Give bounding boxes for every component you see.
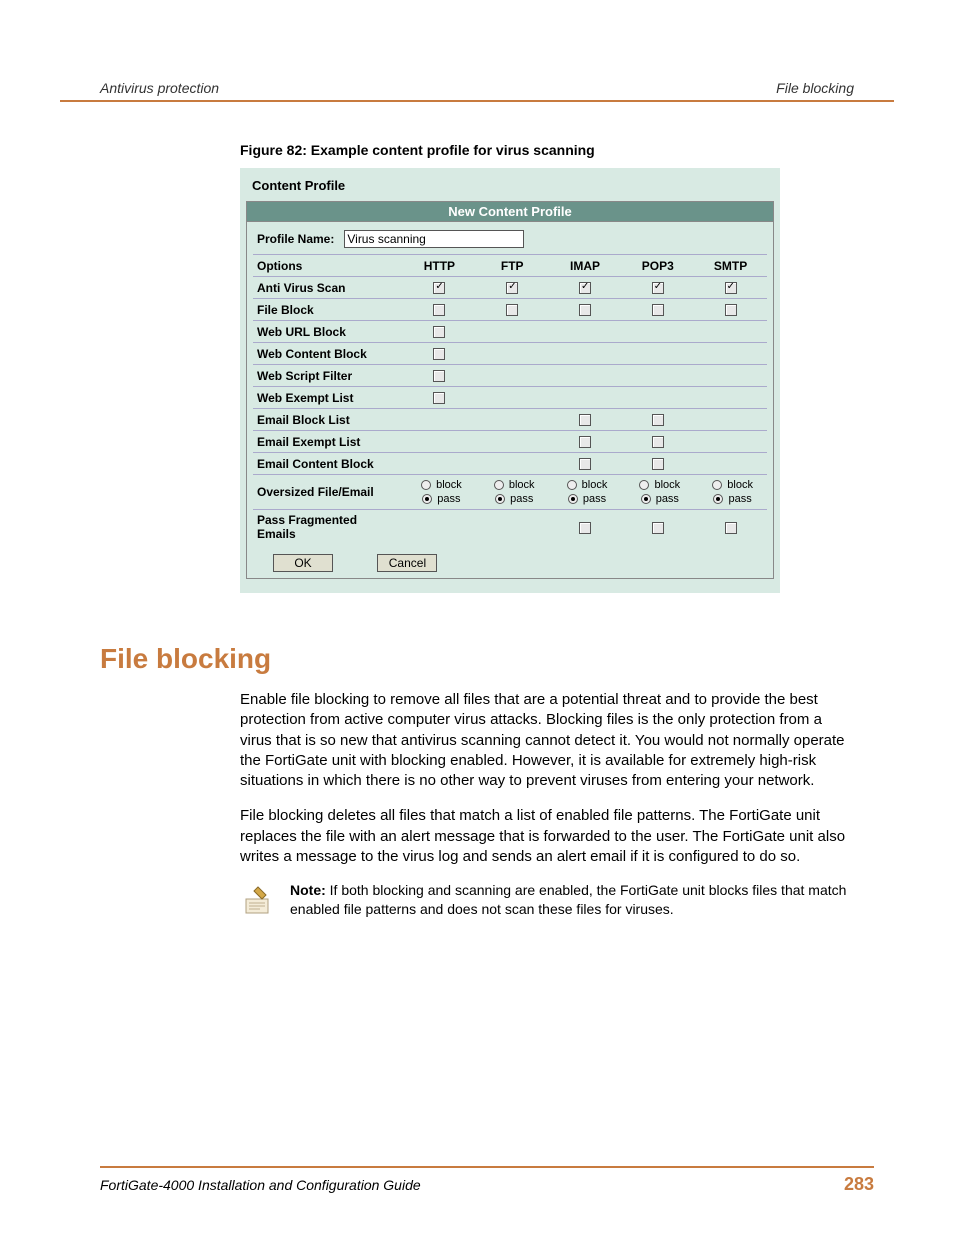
radio-cell: block pass xyxy=(621,475,694,510)
checkbox[interactable] xyxy=(725,304,737,316)
checkbox[interactable] xyxy=(433,348,445,360)
checkbox[interactable] xyxy=(652,522,664,534)
checkbox[interactable] xyxy=(652,282,664,294)
column-header: SMTP xyxy=(694,255,767,277)
footer-title: FortiGate-4000 Installation and Configur… xyxy=(100,1177,421,1193)
radio-cell: block pass xyxy=(403,475,476,510)
options-table: OptionsHTTPFTPIMAPPOP3SMTP Anti Virus Sc… xyxy=(253,254,767,544)
checkbox[interactable] xyxy=(652,304,664,316)
radio-pass[interactable] xyxy=(713,494,723,504)
option-label: Oversized File/Email xyxy=(253,475,403,510)
option-label: File Block xyxy=(253,299,403,321)
option-label: Pass Fragmented Emails xyxy=(253,510,403,545)
table-row: Anti Virus Scan xyxy=(253,277,767,299)
checkbox[interactable] xyxy=(652,436,664,448)
profile-name-label: Profile Name: xyxy=(257,232,334,246)
profile-name-input[interactable] xyxy=(344,230,524,248)
header-left: Antivirus protection xyxy=(100,80,219,96)
figure-caption: Figure 82: Example content profile for v… xyxy=(240,142,894,158)
radio-block[interactable] xyxy=(639,480,649,490)
table-row: Email Content Block xyxy=(253,453,767,475)
table-row: Oversized File/Email block pass block pa… xyxy=(253,475,767,510)
table-row: Web Content Block xyxy=(253,343,767,365)
checkbox[interactable] xyxy=(652,414,664,426)
option-label: Web Exempt List xyxy=(253,387,403,409)
checkbox[interactable] xyxy=(579,458,591,470)
table-row: Web URL Block xyxy=(253,321,767,343)
table-row: Pass Fragmented Emails xyxy=(253,510,767,545)
content-profile-tab[interactable]: Content Profile xyxy=(246,174,353,201)
radio-pass[interactable] xyxy=(641,494,651,504)
option-label: Web URL Block xyxy=(253,321,403,343)
table-row: File Block xyxy=(253,299,767,321)
option-label: Anti Virus Scan xyxy=(253,277,403,299)
checkbox[interactable] xyxy=(725,522,737,534)
new-content-profile-title: New Content Profile xyxy=(246,201,774,222)
note-icon xyxy=(240,881,276,927)
cancel-button[interactable]: Cancel xyxy=(377,554,437,572)
checkbox[interactable] xyxy=(579,522,591,534)
note-label: Note: xyxy=(290,882,326,898)
radio-cell: block pass xyxy=(694,475,767,510)
column-header: POP3 xyxy=(621,255,694,277)
column-header: HTTP xyxy=(403,255,476,277)
header-right: File blocking xyxy=(776,80,854,96)
checkbox[interactable] xyxy=(506,304,518,316)
checkbox[interactable] xyxy=(433,392,445,404)
checkbox[interactable] xyxy=(433,282,445,294)
option-label: Web Script Filter xyxy=(253,365,403,387)
checkbox[interactable] xyxy=(433,370,445,382)
section-heading: File blocking xyxy=(100,643,894,675)
note-text: Note: If both blocking and scanning are … xyxy=(290,881,854,927)
checkbox[interactable] xyxy=(579,414,591,426)
page-footer: FortiGate-4000 Installation and Configur… xyxy=(100,1166,874,1195)
option-label: Email Block List xyxy=(253,409,403,431)
radio-pass[interactable] xyxy=(568,494,578,504)
radio-pass[interactable] xyxy=(422,494,432,504)
checkbox[interactable] xyxy=(506,282,518,294)
table-row: Email Exempt List xyxy=(253,431,767,453)
radio-cell: block pass xyxy=(476,475,549,510)
checkbox[interactable] xyxy=(725,282,737,294)
radio-block[interactable] xyxy=(712,480,722,490)
column-header: Options xyxy=(253,255,403,277)
column-header: FTP xyxy=(476,255,549,277)
paragraph-1: Enable file blocking to remove all files… xyxy=(240,690,854,791)
radio-pass[interactable] xyxy=(495,494,505,504)
checkbox[interactable] xyxy=(433,326,445,338)
checkbox[interactable] xyxy=(433,304,445,316)
page-header: Antivirus protection File blocking xyxy=(60,80,894,102)
radio-block[interactable] xyxy=(421,480,431,490)
radio-block[interactable] xyxy=(494,480,504,490)
option-label: Email Exempt List xyxy=(253,431,403,453)
table-row: Email Block List xyxy=(253,409,767,431)
note-block: Note: If both blocking and scanning are … xyxy=(240,881,854,927)
checkbox[interactable] xyxy=(579,304,591,316)
checkbox[interactable] xyxy=(652,458,664,470)
radio-block[interactable] xyxy=(567,480,577,490)
checkbox[interactable] xyxy=(579,436,591,448)
option-label: Email Content Block xyxy=(253,453,403,475)
checkbox[interactable] xyxy=(579,282,591,294)
radio-cell: block pass xyxy=(549,475,622,510)
note-body: If both blocking and scanning are enable… xyxy=(290,882,846,917)
ok-button[interactable]: OK xyxy=(273,554,333,572)
column-header: IMAP xyxy=(549,255,622,277)
table-row: Web Exempt List xyxy=(253,387,767,409)
paragraph-2: File blocking deletes all files that mat… xyxy=(240,806,854,867)
option-label: Web Content Block xyxy=(253,343,403,365)
table-row: Web Script Filter xyxy=(253,365,767,387)
content-profile-panel: Content Profile New Content Profile Prof… xyxy=(240,168,780,593)
page-number: 283 xyxy=(844,1174,874,1195)
